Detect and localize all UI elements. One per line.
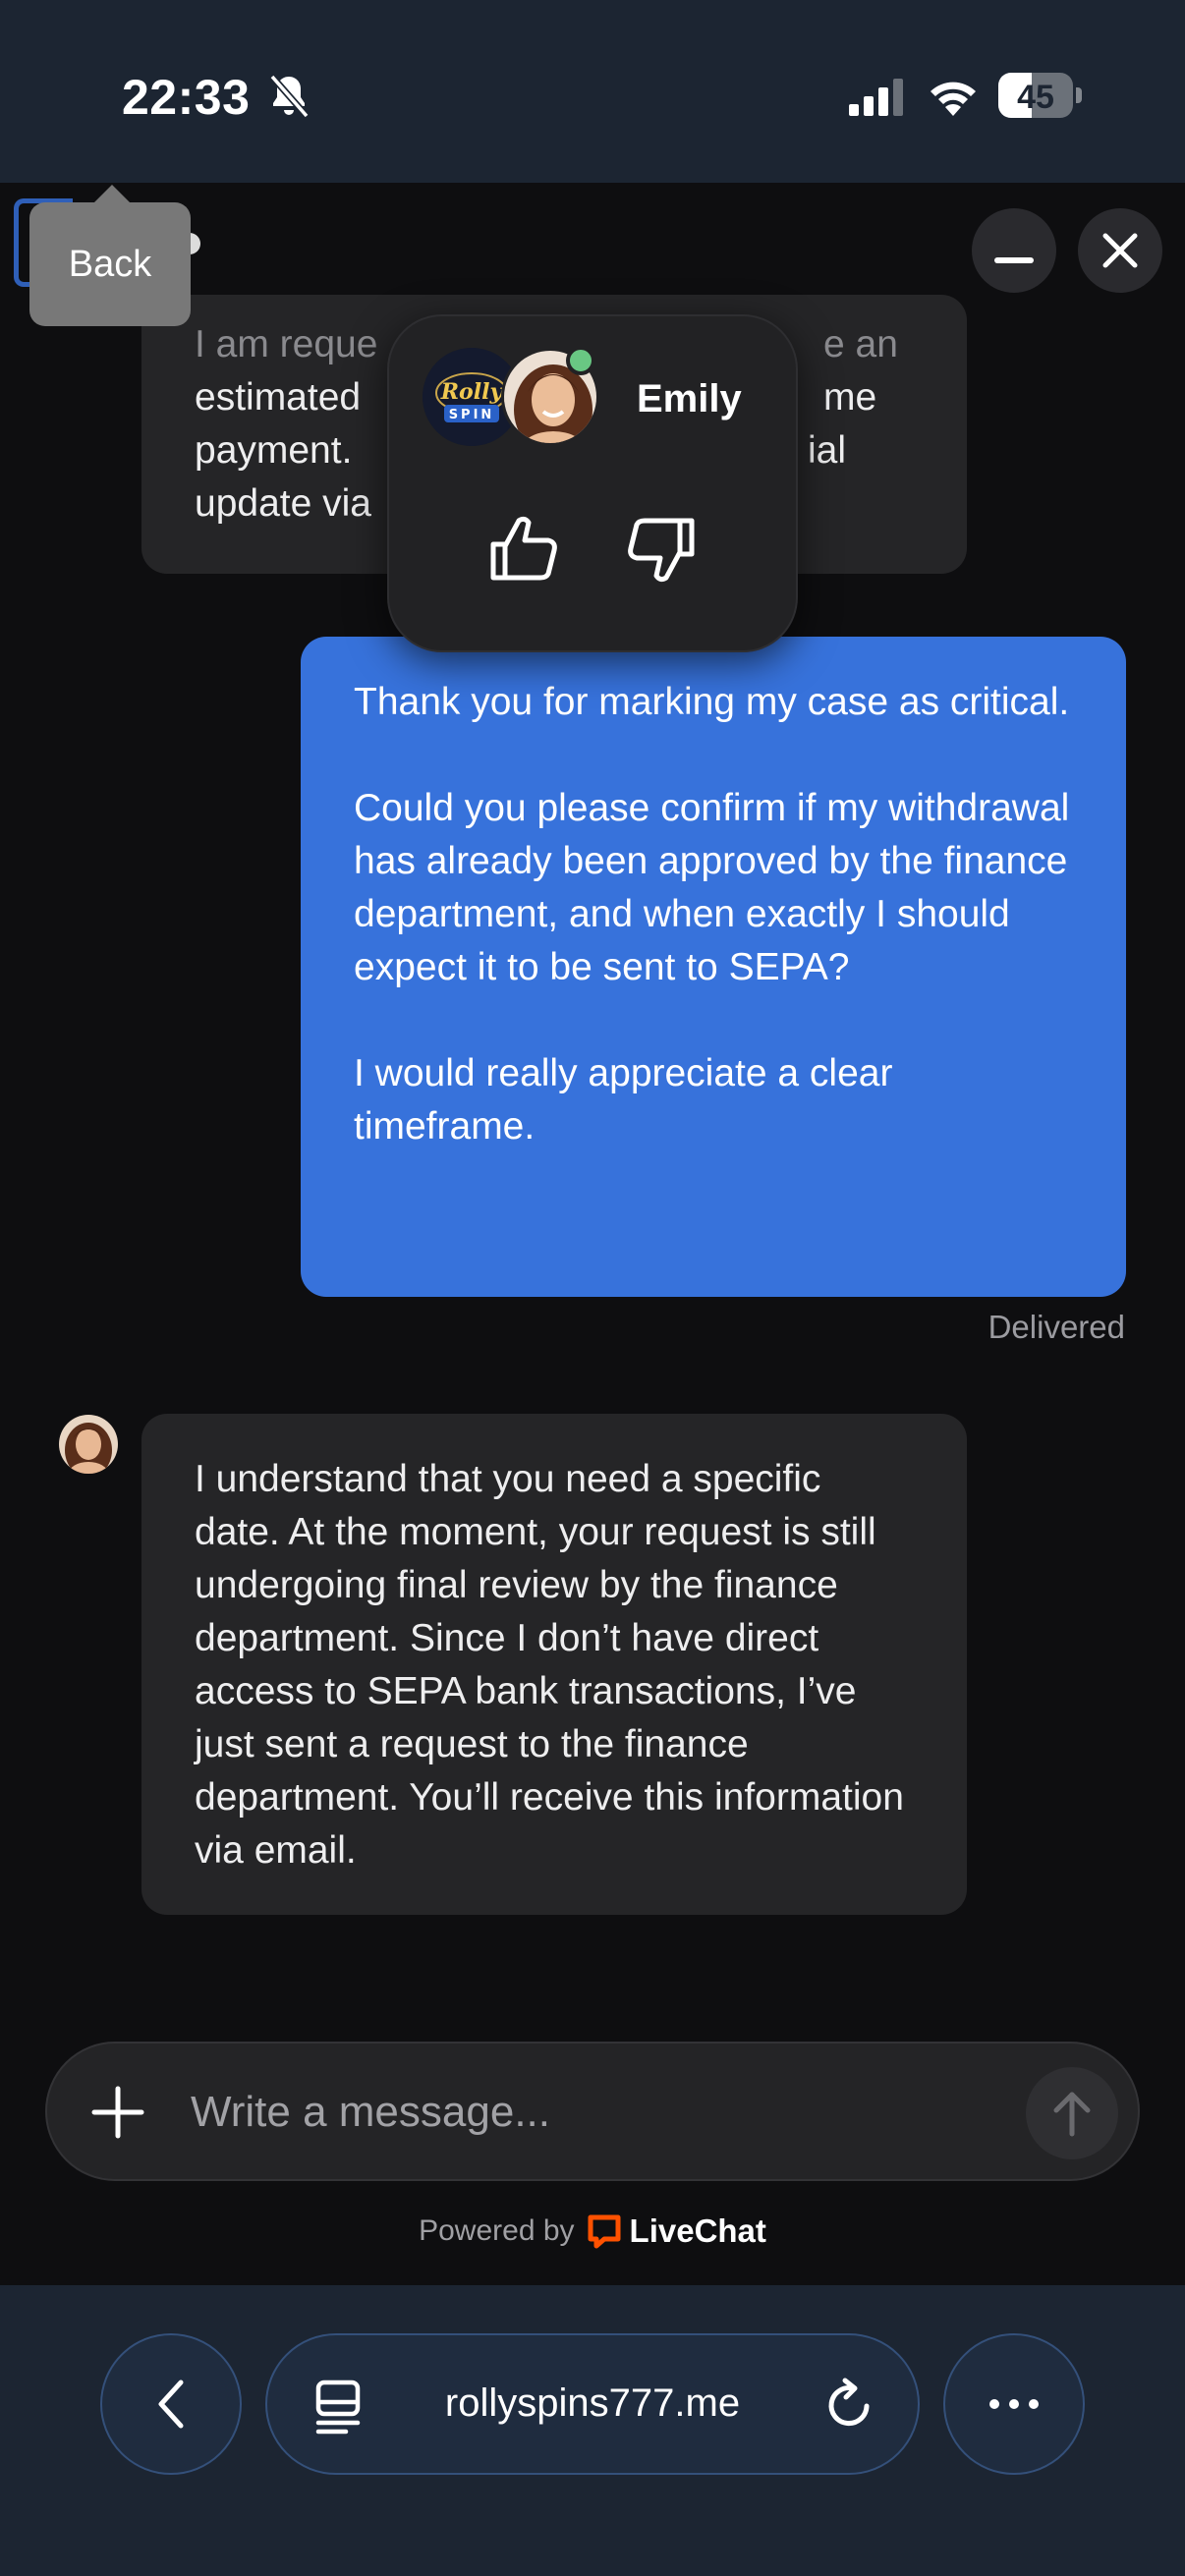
- signal-icon: [849, 79, 903, 116]
- back-tooltip: Back: [29, 185, 191, 326]
- minimize-icon: [994, 257, 1034, 263]
- agent-message-text: I understand that you need a specific da…: [195, 1458, 904, 1872]
- previous-fragment-1: e an: [823, 323, 898, 365]
- svg-text:Rolly: Rolly: [440, 379, 505, 405]
- previous-fragment-2: me: [823, 376, 877, 419]
- wifi-icon: [931, 82, 976, 116]
- svg-text:SPIN: SPIN: [449, 408, 495, 422]
- more-button[interactable]: [943, 2333, 1085, 2475]
- livechat-brand: LiveChat: [629, 2212, 766, 2249]
- plus-icon[interactable]: [90, 2085, 145, 2140]
- delivered-status: Delivered: [988, 1309, 1125, 1345]
- browser-toolbar: rollyspins777.me: [0, 2285, 1185, 2576]
- livechat-link[interactable]: LiveChat: [587, 2212, 766, 2250]
- message-input[interactable]: [191, 2079, 1026, 2146]
- user-message-bubble: Thank you for marking my case as critica…: [301, 637, 1126, 1297]
- battery-nub: [1076, 87, 1082, 103]
- rating-popup: Rolly SPIN Emily: [387, 314, 798, 652]
- thumb-up-icon[interactable]: [487, 513, 560, 586]
- browser-back-button[interactable]: [100, 2333, 242, 2475]
- battery-level: 45: [1017, 79, 1054, 116]
- powered-by-label: Powered by: [419, 2214, 575, 2247]
- agent-avatar: [59, 1415, 118, 1474]
- powered-by: Powered by LiveChat: [0, 2212, 1185, 2250]
- livechat-logo-icon: [588, 2214, 621, 2249]
- previous-fragment-3: ial: [808, 429, 847, 472]
- battery-indicator: 45: [998, 73, 1073, 118]
- status-bar: 22:33 45: [0, 0, 1185, 183]
- user-message-text: Thank you for marking my case as critica…: [354, 681, 1070, 1148]
- chevron-left-icon: [158, 2380, 184, 2429]
- agent-message-bubble: I understand that you need a specific da…: [141, 1414, 967, 1915]
- tabs-icon[interactable]: [310, 2377, 366, 2436]
- send-arrow-icon: [1053, 2092, 1091, 2137]
- close-icon: [1102, 233, 1138, 268]
- online-status-dot: [566, 346, 595, 375]
- reload-icon[interactable]: [821, 2377, 878, 2436]
- send-button[interactable]: [1026, 2067, 1118, 2159]
- agent-name: Emily: [637, 377, 742, 420]
- close-button[interactable]: [1078, 208, 1162, 293]
- address-bar[interactable]: rollyspins777.me: [265, 2333, 920, 2475]
- thumb-down-icon[interactable]: [625, 513, 698, 586]
- status-time: 22:33: [122, 70, 251, 125]
- minimize-button[interactable]: [972, 208, 1056, 293]
- more-icon: [989, 2399, 1039, 2409]
- url-text: rollyspins777.me: [444, 2381, 741, 2425]
- bell-slash-icon: [269, 74, 310, 119]
- message-composer: [45, 2042, 1140, 2181]
